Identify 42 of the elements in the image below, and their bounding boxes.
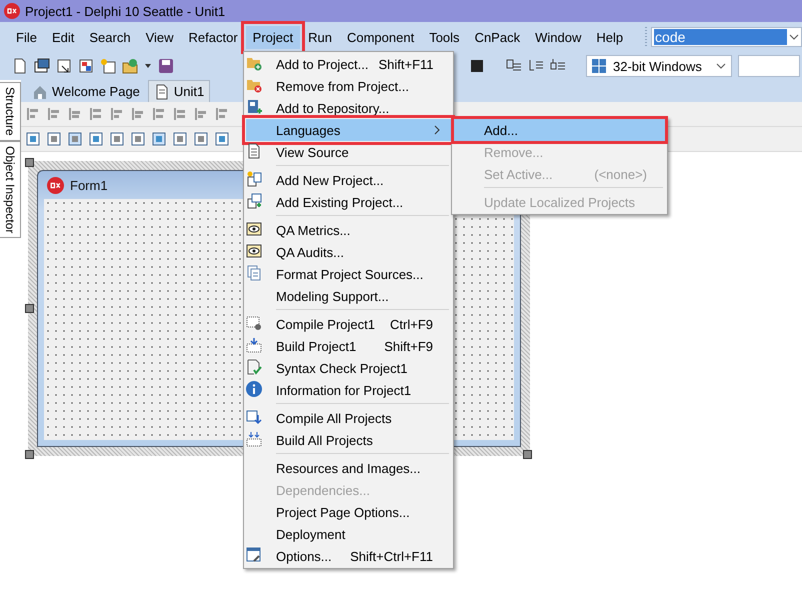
menu-item[interactable]: Project Page Options... <box>246 501 451 523</box>
menu-item[interactable]: QA Audits... <box>246 241 451 263</box>
side-tab[interactable]: Object Inspector <box>0 140 21 238</box>
menu-item[interactable]: Add New Project... <box>246 163 451 191</box>
menu-item[interactable]: Deployment <box>246 523 451 545</box>
menu-item[interactable]: Add to Repository... <box>246 97 451 119</box>
menu-bar-item[interactable]: CnPack <box>468 26 528 48</box>
menu-item[interactable]: Format Project Sources... <box>246 263 451 285</box>
menu-bar-item[interactable]: File <box>9 26 44 48</box>
menu-item[interactable]: Syntax Check Project1 <box>246 357 451 379</box>
menu-item[interactable]: Resources and Images... <box>246 451 451 479</box>
search-field[interactable]: code <box>651 27 802 47</box>
editor-tab[interactable]: Unit1 <box>148 80 210 102</box>
menu-bar-item[interactable]: Edit <box>44 26 82 48</box>
menu-bar-item[interactable]: Component <box>340 26 422 48</box>
menu-bar-item[interactable]: Help <box>589 26 630 48</box>
menu-item[interactable]: Add Existing Project... <box>246 191 451 213</box>
menu-item[interactable]: Build All Projects <box>246 429 451 451</box>
menu-item[interactable]: QA Metrics... <box>246 213 451 241</box>
form-title: Form1 <box>70 178 108 192</box>
menu-bar-item[interactable]: View <box>138 26 181 48</box>
menu-bar-item[interactable]: Refactor <box>182 26 245 48</box>
menu-item[interactable]: View Source <box>246 141 451 163</box>
menu-item[interactable]: Add... <box>454 119 665 141</box>
platform-select[interactable]: 32-bit Windows <box>586 55 732 77</box>
menu-item[interactable]: Remove from Project... <box>246 75 451 97</box>
side-tab[interactable]: Structure <box>0 82 21 141</box>
menu-item[interactable]: Languages <box>246 119 451 141</box>
editor-tab[interactable]: Welcome Page <box>26 80 146 102</box>
menu-item[interactable]: Compile All Projects <box>246 401 451 429</box>
menu-bar-item[interactable]: Tools <box>422 26 467 48</box>
menu-item[interactable]: Options... Shift+Ctrl+F11 <box>246 545 451 567</box>
menu-item[interactable]: Compile Project1 Ctrl+F9 <box>246 307 451 335</box>
menu-item[interactable]: Information for Project1 <box>246 379 451 401</box>
menu-item[interactable]: Modeling Support... <box>246 285 451 307</box>
menu-item[interactable]: Build Project1 Shift+F9 <box>246 335 451 357</box>
menu-bar-item[interactable]: Search <box>82 26 138 48</box>
menu-bar-item[interactable]: Window <box>528 26 588 48</box>
menu-bar-item[interactable]: Run <box>301 26 339 48</box>
menu-item[interactable]: Add to Project... Shift+F11 <box>246 53 451 75</box>
window-title: Project1 - Delphi 10 Seattle - Unit1 <box>25 4 226 18</box>
menu-bar-item[interactable]: Project <box>246 26 300 48</box>
